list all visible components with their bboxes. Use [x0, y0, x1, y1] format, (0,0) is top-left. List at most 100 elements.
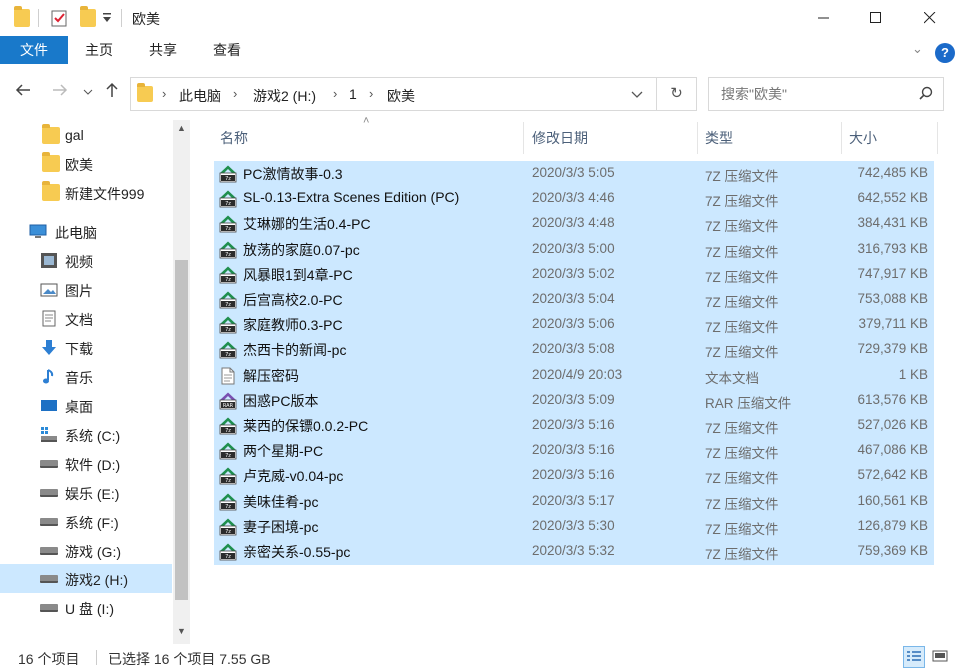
nav-item-drive-h[interactable]: 游戏2 (H:): [0, 564, 172, 593]
file-row[interactable]: 7z 放荡的家庭0.07-pc 2020/3/3 5:00 7Z 压缩文件 316,79…: [214, 237, 934, 262]
file-row[interactable]: 7z 亲密关系-0.55-pc 2020/3/3 5:32 7Z 压缩文件 759,36…: [214, 539, 934, 564]
address-dropdown-icon[interactable]: [631, 89, 643, 101]
breadcrumb-separator-icon[interactable]: ›: [369, 86, 373, 101]
breadcrumb-drive-h[interactable]: 游戏2 (H:): [253, 86, 316, 106]
file-row[interactable]: 7z 杰西卡的新闻-pc 2020/3/3 5:08 7Z 压缩文件 729,379 K…: [214, 337, 934, 362]
nav-item-documents[interactable]: 文档: [0, 304, 172, 333]
new-folder-icon[interactable]: [80, 6, 96, 27]
nav-label: 娱乐 (E:): [65, 486, 120, 502]
nav-item-pictures[interactable]: 图片: [0, 275, 172, 304]
file-row[interactable]: 7z 风暴眼1到4章-PC 2020/3/3 5:02 7Z 压缩文件 747,917 …: [214, 262, 934, 287]
properties-icon[interactable]: [51, 9, 68, 27]
search-icon[interactable]: [919, 86, 933, 100]
close-button[interactable]: [906, 0, 954, 36]
nav-item-drive-e[interactable]: 娱乐 (E:): [0, 478, 172, 507]
file-row[interactable]: 解压密码 2020/4/9 20:03 文本文档 1 KB: [214, 363, 934, 388]
tab-share[interactable]: 共享: [140, 36, 186, 64]
breadcrumb-separator-icon[interactable]: ›: [162, 86, 166, 101]
nav-item-drive-d[interactable]: 软件 (D:): [0, 449, 172, 478]
nav-item-this-pc[interactable]: 此电脑: [0, 217, 172, 246]
breadcrumb-separator-icon[interactable]: ›: [233, 86, 237, 101]
tab-view[interactable]: 查看: [204, 36, 250, 64]
navigation-pane: gal 欧美 新建文件999 此电脑 视频 图片 文档 下载 音乐 桌面 系统 …: [0, 120, 172, 644]
file-name: 妻子困境-pc: [243, 518, 319, 535]
download-icon: [42, 340, 56, 355]
search-input[interactable]: [721, 86, 911, 102]
sort-ascending-icon: ˄: [363, 115, 370, 127]
file-row[interactable]: 7z 家庭教师0.3-PC 2020/3/3 5:06 7Z 压缩文件 379,711 …: [214, 312, 934, 337]
file-row[interactable]: 7z PC激情故事-0.3 2020/3/3 5:05 7Z 压缩文件 742,485 …: [214, 161, 934, 186]
refresh-button[interactable]: ↻: [656, 77, 697, 111]
file-size: 753,088 KB: [857, 291, 928, 306]
navigation-scrollbar[interactable]: ▲ ▼: [173, 120, 190, 644]
file-row[interactable]: 7z 后宫高校2.0-PC 2020/3/3 5:04 7Z 压缩文件 753,088 …: [214, 287, 934, 312]
search-box[interactable]: [708, 77, 944, 111]
nav-item-drive-g[interactable]: 游戏 (G:): [0, 536, 172, 565]
nav-item-music[interactable]: 音乐: [0, 362, 172, 391]
recent-locations-button[interactable]: [77, 82, 99, 104]
file-date: 2020/3/3 5:09: [532, 391, 615, 407]
column-header-name[interactable]: 名称: [220, 122, 248, 154]
tab-file[interactable]: 文件: [0, 36, 68, 64]
address-bar[interactable]: › 此电脑 › 游戏2 (H:) › 1 › 欧美: [130, 77, 657, 111]
file-type: RAR 压缩文件: [705, 395, 792, 411]
file-size: 467,086 KB: [857, 442, 928, 458]
file-row[interactable]: 7z 艾琳娜的生活0.4-PC 2020/3/3 4:48 7Z 压缩文件 384,43…: [214, 211, 934, 236]
nav-item-gal[interactable]: gal: [0, 121, 172, 150]
column-header-date[interactable]: 修改日期: [532, 122, 588, 154]
scroll-up-icon[interactable]: ▲: [173, 123, 190, 133]
breadcrumb-separator-icon[interactable]: ›: [333, 86, 337, 101]
breadcrumb-folder-1[interactable]: 1: [349, 86, 357, 102]
file-row[interactable]: 7z SL-0.13-Extra Scenes Edition (PC) 2020/…: [214, 186, 934, 211]
scroll-down-icon[interactable]: ▼: [173, 626, 190, 636]
file-type: 7Z 压缩文件: [705, 320, 779, 336]
file-date: 2020/3/3 5:16: [532, 467, 615, 483]
large-icons-view-button[interactable]: [930, 646, 952, 668]
file-name: 美味佳肴-pc: [243, 493, 319, 510]
nav-item-desktop[interactable]: 桌面: [0, 391, 172, 420]
breadcrumb-current[interactable]: 欧美: [387, 86, 415, 106]
file-name: 家庭教师0.3-PC: [243, 317, 343, 334]
help-button[interactable]: ?: [935, 43, 955, 63]
file-row[interactable]: 7z 卢克威-v0.04-pc 2020/3/3 5:16 7Z 压缩文件 572,64…: [214, 463, 934, 488]
forward-button[interactable]: [49, 82, 71, 104]
file-row[interactable]: 7z 美味佳肴-pc 2020/3/3 5:17 7Z 压缩文件 160,561 KB: [214, 489, 934, 514]
maximize-button[interactable]: [852, 0, 900, 36]
nav-item-new-folder[interactable]: 新建文件999: [0, 178, 172, 207]
expand-ribbon-icon[interactable]: ⌄: [912, 41, 923, 57]
file-row[interactable]: 7z 妻子困境-pc 2020/3/3 5:30 7Z 压缩文件 126,879 KB: [214, 514, 934, 539]
nav-item-videos[interactable]: 视频: [0, 246, 172, 275]
nav-item-drive-i[interactable]: U 盘 (I:): [0, 593, 172, 622]
file-date: 2020/3/3 5:06: [532, 316, 615, 332]
column-divider[interactable]: [937, 122, 938, 154]
column-header-type[interactable]: 类型: [705, 122, 733, 154]
breadcrumb-this-pc[interactable]: 此电脑: [179, 86, 221, 106]
nav-item-downloads[interactable]: 下载: [0, 333, 172, 362]
column-divider[interactable]: [697, 122, 698, 154]
nav-item-oumei[interactable]: 欧美: [0, 149, 172, 178]
column-divider[interactable]: [523, 122, 524, 154]
file-size: 160,561 KB: [857, 492, 928, 508]
7z-archive-icon: 7z: [219, 417, 237, 435]
file-row[interactable]: RAR 困惑PC版本 2020/3/3 5:09 RAR 压缩文件 613,576 KB: [214, 388, 934, 413]
back-button[interactable]: [12, 82, 34, 104]
scrollbar-thumb[interactable]: [175, 260, 188, 600]
file-row[interactable]: 7z 两个星期-PC 2020/3/3 5:16 7Z 压缩文件 467,086 KB: [214, 438, 934, 463]
details-view-button[interactable]: [903, 646, 925, 668]
file-name: PC激情故事-0.3: [243, 166, 343, 182]
file-row[interactable]: 7z 莱西的保镖0.0.2-PC 2020/3/3 5:16 7Z 压缩文件 527,0…: [214, 413, 934, 438]
refresh-icon: ↻: [670, 85, 683, 102]
file-date: 2020/3/3 5:16: [532, 417, 615, 432]
nav-label: 桌面: [65, 399, 93, 415]
drive-icon: [40, 604, 58, 612]
column-divider[interactable]: [841, 122, 842, 154]
nav-item-drive-c[interactable]: 系统 (C:): [0, 420, 172, 449]
customize-quick-access-icon[interactable]: [102, 12, 112, 24]
drive-icon: [40, 489, 58, 497]
svg-text:7z: 7z: [225, 428, 231, 434]
tab-home[interactable]: 主页: [76, 36, 122, 64]
nav-item-drive-f[interactable]: 系统 (F:): [0, 507, 172, 536]
column-header-size[interactable]: 大小: [849, 122, 877, 154]
up-button[interactable]: [101, 82, 123, 104]
minimize-button[interactable]: [800, 0, 848, 36]
